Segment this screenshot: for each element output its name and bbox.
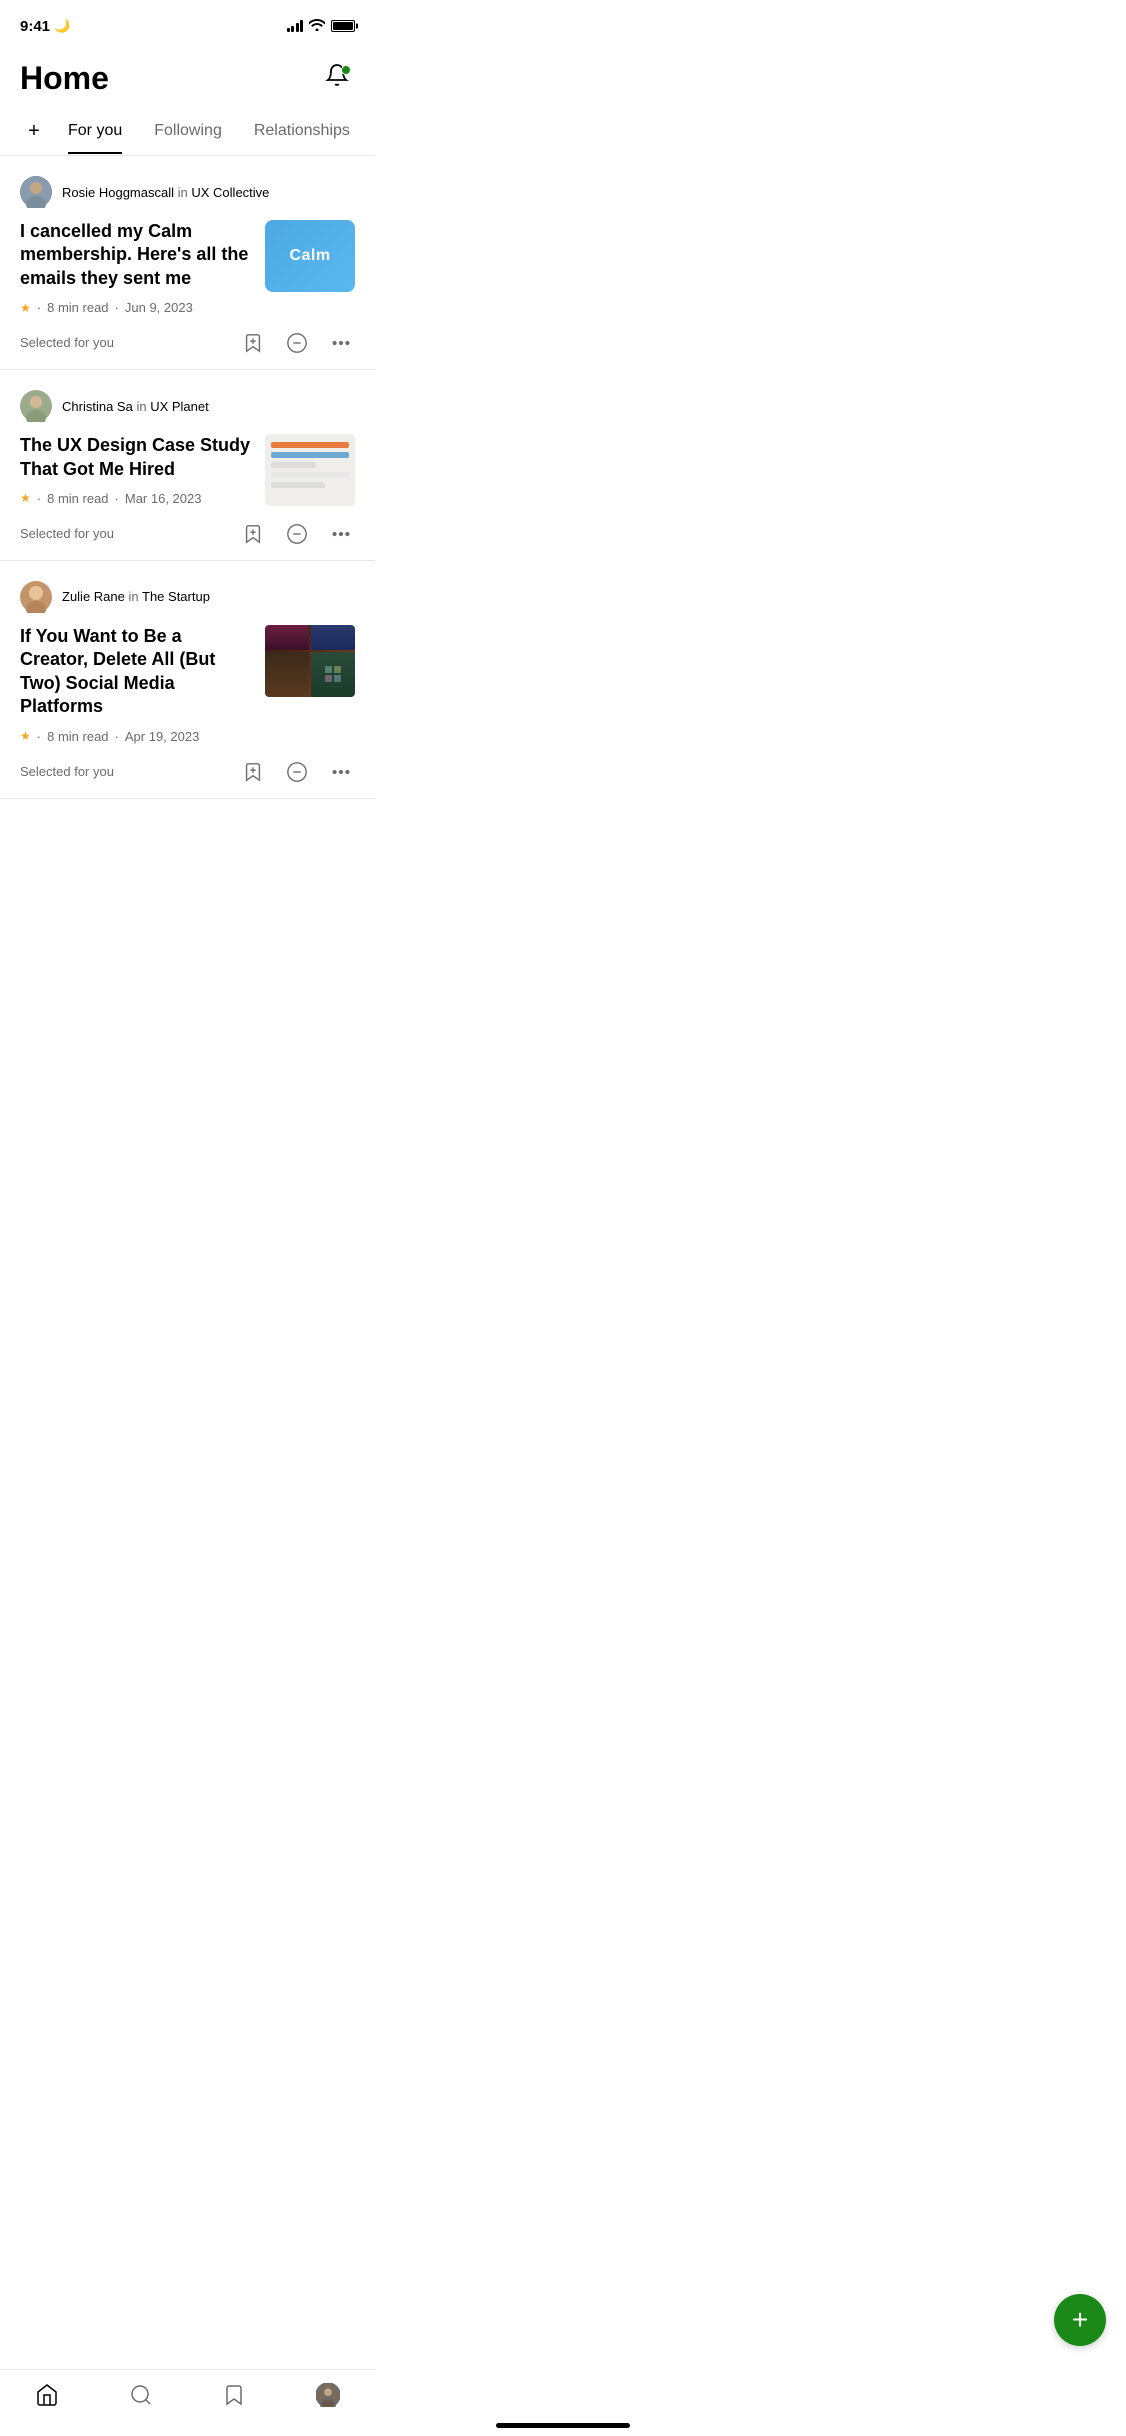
plus-icon: + [1072, 2306, 1088, 2334]
more-button[interactable] [327, 520, 355, 548]
fab-create-button[interactable]: + [1054, 2294, 1106, 2346]
status-bar: 9:41 🌙 [0, 0, 375, 44]
article-actions [239, 758, 355, 786]
article-meta: Zulie Rane in The Startup [20, 581, 355, 613]
article-actions [239, 520, 355, 548]
save-button[interactable] [239, 758, 267, 786]
avatar [20, 390, 52, 422]
profile-avatar [315, 2382, 341, 2408]
page-title: Home [20, 60, 109, 97]
battery-icon [331, 20, 355, 32]
bookmarks-icon [221, 2382, 247, 2408]
article-card: Zulie Rane in The Startup If You Want to… [0, 561, 375, 799]
save-button[interactable] [239, 520, 267, 548]
read-info: ★ · 8 min read · Mar 16, 2023 [20, 491, 253, 506]
avatar [20, 581, 52, 613]
article-title: The UX Design Case Study That Got Me Hir… [20, 434, 253, 481]
status-icons [287, 19, 356, 34]
article-title: If You Want to Be a Creator, Delete All … [20, 625, 253, 719]
header: Home [0, 44, 375, 107]
nav-search[interactable] [112, 2378, 170, 2412]
read-info: ★ · 8 min read · Apr 19, 2023 [20, 729, 253, 744]
author-info: Zulie Rane in The Startup [62, 589, 210, 604]
nav-bookmarks[interactable] [205, 2378, 263, 2412]
bottom-navigation [0, 2369, 375, 2436]
nav-profile[interactable] [299, 2378, 357, 2412]
search-icon [128, 2382, 154, 2408]
home-indicator [496, 2423, 630, 2428]
hide-button[interactable] [283, 329, 311, 357]
author-name: Christina Sa [62, 399, 133, 414]
article-footer: Selected for you [20, 758, 355, 798]
home-icon [34, 2382, 60, 2408]
article-footer: Selected for you [20, 329, 355, 369]
star-icon: ★ [20, 729, 31, 743]
author-name: Zulie Rane [62, 589, 125, 604]
article-body: If You Want to Be a Creator, Delete All … [20, 625, 355, 748]
tab-relationships[interactable]: Relationships [238, 108, 366, 154]
tab-following[interactable]: Following [138, 108, 238, 154]
selected-label: Selected for you [20, 526, 114, 541]
publication-name: UX Collective [191, 185, 269, 200]
author-name: Rosie Hoggmascall [62, 185, 174, 200]
tabs-container: + For you Following Relationships [0, 107, 375, 156]
selected-label: Selected for you [20, 764, 114, 779]
article-meta: Rosie Hoggmascall in UX Collective [20, 176, 355, 208]
wifi-icon [309, 19, 325, 34]
article-card: Christina Sa in UX Planet The UX Design … [0, 370, 375, 561]
read-info: ★ · 8 min read · Jun 9, 2023 [20, 300, 253, 315]
article-footer: Selected for you [20, 520, 355, 560]
star-icon: ★ [20, 301, 31, 315]
avatar [20, 176, 52, 208]
article-feed: Rosie Hoggmascall in UX Collective I can… [0, 156, 375, 799]
article-thumbnail: Calm [265, 220, 355, 292]
article-thumbnail [265, 625, 355, 697]
more-button[interactable] [327, 329, 355, 357]
article-meta: Christina Sa in UX Planet [20, 390, 355, 422]
author-info: Rosie Hoggmascall in UX Collective [62, 185, 269, 200]
tab-for-you[interactable]: For you [52, 108, 138, 154]
more-button[interactable] [327, 758, 355, 786]
article-card: Rosie Hoggmascall in UX Collective I can… [0, 156, 375, 370]
star-icon: ★ [20, 491, 31, 505]
status-time: 9:41 🌙 [20, 18, 70, 35]
hide-button[interactable] [283, 758, 311, 786]
save-button[interactable] [239, 329, 267, 357]
add-tab-button[interactable]: + [16, 107, 52, 155]
time-label: 9:41 [20, 18, 50, 35]
article-actions [239, 329, 355, 357]
hide-button[interactable] [283, 520, 311, 548]
notifications-button[interactable] [319, 61, 355, 97]
moon-icon: 🌙 [54, 18, 70, 34]
author-info: Christina Sa in UX Planet [62, 399, 209, 414]
selected-label: Selected for you [20, 335, 114, 350]
notification-dot [341, 65, 351, 75]
signal-icon [287, 20, 304, 32]
publication-name: The Startup [142, 589, 210, 604]
article-body: I cancelled my Calm membership. Here's a… [20, 220, 355, 319]
nav-home[interactable] [18, 2378, 76, 2412]
article-body: The UX Design Case Study That Got Me Hir… [20, 434, 355, 510]
article-thumbnail [265, 434, 355, 506]
article-title: I cancelled my Calm membership. Here's a… [20, 220, 253, 290]
publication-name: UX Planet [150, 399, 209, 414]
